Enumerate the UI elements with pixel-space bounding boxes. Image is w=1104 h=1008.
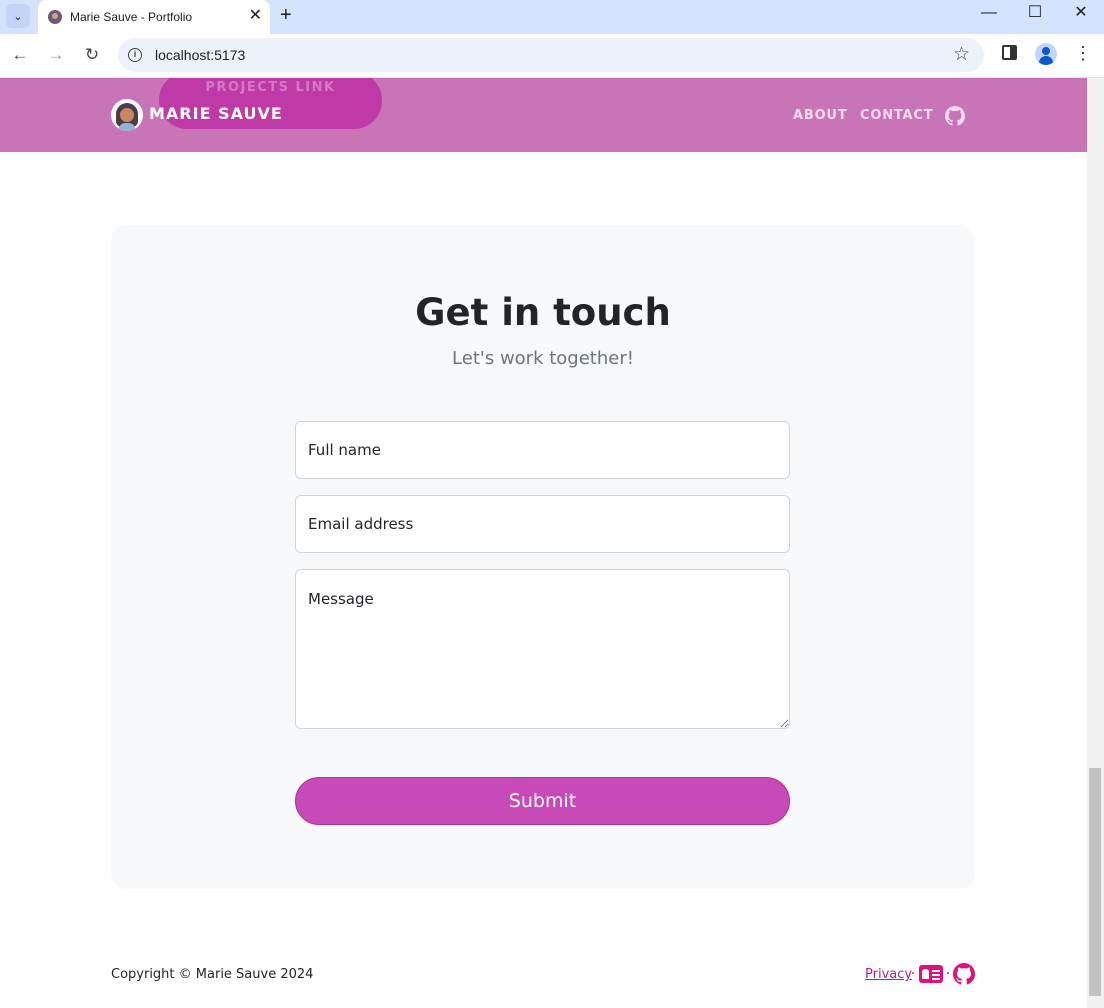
contact-card: Get in touch Let's work together! Submit [111,225,975,889]
privacy-link[interactable]: Privacy [865,967,912,982]
forward-arrow-icon[interactable]: → [44,44,68,68]
new-tab-button[interactable]: + [280,3,292,27]
page-scrollbar[interactable] [1087,78,1104,1008]
side-panel-icon[interactable] [1002,45,1017,60]
more-menu-icon[interactable]: ⋮ [1074,42,1092,64]
page-title: Get in touch [415,291,671,334]
page-subtitle: Let's work together! [452,348,634,369]
footer-separator: · [911,967,916,982]
message-textarea[interactable] [295,569,790,729]
profile-avatar-icon[interactable] [1035,43,1057,65]
email-input[interactable] [295,495,790,553]
copyright-text: Copyright © Marie Sauve 2024 [111,967,314,982]
footer-separator: · [946,967,951,982]
url-text[interactable]: localhost:5173 [155,47,245,63]
tab-close-icon[interactable]: ✕ [249,7,262,25]
address-bar[interactable]: i localhost:5173 ☆ [118,38,984,72]
tab-title: Marie Sauve - Portfolio [70,10,193,24]
tab-search-button[interactable]: ⌄ [6,4,30,28]
window-close-button[interactable]: ✕ [1058,2,1104,24]
brand-name[interactable]: MARIE SAUVE [149,104,283,123]
site-header: PROJECTS LINK MARIE SAUVE ABOUT CONTACT [0,78,1087,152]
reload-icon[interactable]: ↻ [80,44,104,68]
back-arrow-icon[interactable]: ← [8,44,32,68]
browser-tab[interactable]: Marie Sauve - Portfolio ✕ [38,0,270,34]
scrollbar-thumb[interactable] [1089,768,1101,996]
page-viewport: PROJECTS LINK MARIE SAUVE ABOUT CONTACT … [0,78,1087,1008]
full-name-input[interactable] [295,421,790,479]
nav-about-link[interactable]: ABOUT [793,108,847,123]
browser-toolbar: ← → ↻ i localhost:5173 ☆ [0,34,1104,78]
minimize-button[interactable]: — [966,2,1012,24]
maximize-button[interactable]: ☐ [1012,2,1058,24]
site-info-icon[interactable]: i [128,48,142,62]
submit-button[interactable]: Submit [295,777,790,825]
bookmark-star-icon[interactable]: ☆ [953,43,970,66]
contact-card-icon[interactable] [919,965,943,983]
favicon-icon [48,10,62,24]
github-icon[interactable] [953,963,975,985]
github-icon[interactable] [945,106,965,126]
browser-tab-bar: ⌄ Marie Sauve - Portfolio ✕ + — ☐ ✕ [0,0,1104,34]
projects-link-label: PROJECTS LINK [205,80,336,95]
nav-contact-link[interactable]: CONTACT [860,108,933,123]
brand-avatar[interactable] [111,99,143,131]
